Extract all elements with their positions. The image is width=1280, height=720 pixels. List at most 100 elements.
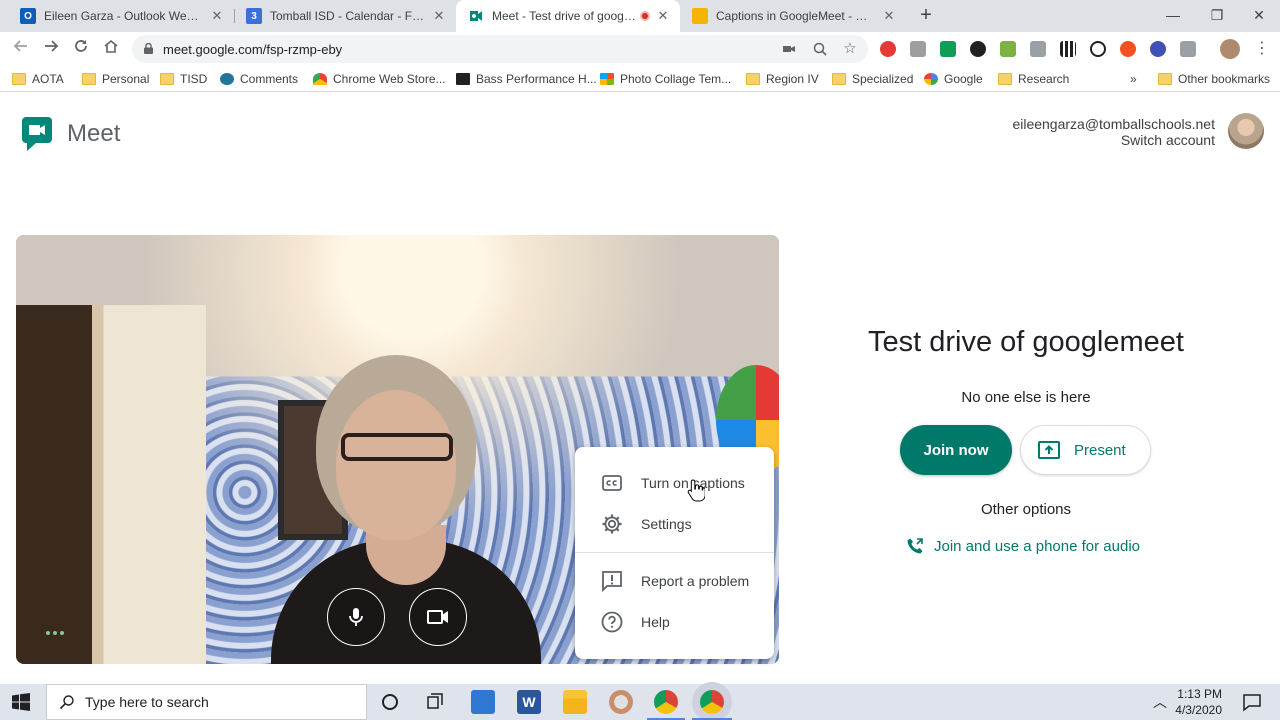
bookmark-research[interactable]: Research <box>998 71 1069 87</box>
bookmark-label: Photo Collage Tem... <box>620 72 732 86</box>
back-icon[interactable] <box>10 38 32 60</box>
present-button[interactable]: Present <box>1020 425 1151 475</box>
phone-link-label: Join and use a phone for audio <box>934 537 1140 555</box>
outlook-icon: O <box>20 8 36 24</box>
extension-orange-icon[interactable] <box>1120 41 1136 57</box>
close-icon[interactable]: ✕ <box>656 8 670 24</box>
chrome-profile-icon[interactable] <box>700 690 724 714</box>
bookmark-bass-performance[interactable]: Bass Performance H... <box>456 71 597 87</box>
extension-red-icon[interactable] <box>880 41 896 57</box>
tab-meet[interactable]: Meet - Test drive of googlemeet ✕ <box>456 0 680 32</box>
meeting-title: Test drive of googlemeet <box>868 326 1184 358</box>
search-icon <box>59 695 74 710</box>
qr-code-icon[interactable] <box>1060 41 1076 57</box>
close-icon[interactable]: ✕ <box>432 8 446 24</box>
profile-avatar[interactable] <box>1220 39 1240 59</box>
star-icon[interactable]: ☆ <box>843 41 857 56</box>
chevron-up-icon[interactable]: ︿ <box>1150 692 1170 712</box>
join-now-button[interactable]: Join now <box>900 425 1012 475</box>
tab-calendar[interactable]: 3 Tomball ISD - Calendar - Friday, A ✕ <box>234 0 456 32</box>
menu-item-label: Settings <box>641 516 692 532</box>
word-icon[interactable]: W <box>517 690 541 714</box>
folder-icon <box>1158 73 1172 85</box>
search-placeholder: Type here to search <box>85 694 209 710</box>
video-door <box>16 305 206 664</box>
restore-icon[interactable]: ❐ <box>1194 0 1240 32</box>
app-blue-icon[interactable] <box>471 690 495 714</box>
menu-item-report-problem[interactable]: Report a problem <box>575 561 774 601</box>
menu-item-help[interactable]: Help <box>575 602 774 642</box>
browser-menu-icon[interactable]: ⋮ <box>1254 40 1270 58</box>
taskbar-search-box[interactable]: Type here to search <box>46 684 367 720</box>
close-window-icon[interactable]: ✕ <box>1236 0 1280 32</box>
bookmark-google[interactable]: Google <box>924 71 983 87</box>
zoom-icon[interactable] <box>813 42 827 56</box>
windows-start-icon[interactable] <box>12 693 30 711</box>
bookmark-label: Other bookmarks <box>1178 72 1271 86</box>
address-bar[interactable]: meet.google.com/fsp-rzmp-eby ☆ <box>132 35 868 63</box>
extension-calculator-icon[interactable] <box>1030 41 1046 57</box>
cortana-icon[interactable] <box>378 690 402 714</box>
camera-toggle-button[interactable] <box>409 588 467 646</box>
extension-blue-icon[interactable] <box>1150 41 1166 57</box>
extension-puzzle-icon[interactable] <box>1000 41 1016 57</box>
calendar-icon: 3 <box>246 8 262 24</box>
new-tab-button[interactable]: + <box>914 4 938 28</box>
bookmark-label: Research <box>1018 72 1070 86</box>
menu-item-settings[interactable]: Settings <box>575 504 774 544</box>
extension-gray-icon[interactable] <box>910 41 926 57</box>
tab-outlook[interactable]: O Eileen Garza - Outlook Web App ✕ <box>8 0 234 32</box>
bookmark-specialized[interactable]: Specialized <box>832 71 913 87</box>
slides-icon <box>692 8 708 24</box>
folder-icon <box>82 73 96 85</box>
bookmark-label: TISD <box>180 72 208 86</box>
close-icon[interactable]: ✕ <box>210 8 224 24</box>
file-explorer-icon[interactable] <box>563 690 587 714</box>
bookmark-personal[interactable]: Personal <box>82 71 149 87</box>
recording-indicator-icon <box>640 11 650 21</box>
folder-icon <box>746 73 760 85</box>
forward-icon[interactable] <box>40 38 62 60</box>
home-icon[interactable] <box>100 38 122 60</box>
chrome-icon[interactable] <box>654 690 678 714</box>
account-avatar[interactable] <box>1228 113 1264 149</box>
join-phone-audio-link[interactable]: Join and use a phone for audio <box>906 537 1140 555</box>
extension-chat-icon[interactable] <box>970 41 986 57</box>
bookmark-chrome-web-store[interactable]: Chrome Web Store... <box>313 71 446 87</box>
bookmark-label: Google <box>944 72 983 86</box>
meet-logo-icon <box>22 117 52 151</box>
tab-captions[interactable]: Captions in GoogleMeet - Googl ✕ <box>680 0 906 32</box>
participant-face <box>336 390 456 540</box>
meet-favicon-icon <box>468 8 484 24</box>
web-store-icon <box>313 73 327 85</box>
phone-icon <box>907 538 923 554</box>
participants-status: No one else is here <box>961 389 1091 406</box>
bookmarks-overflow-icon[interactable]: » <box>1130 71 1137 87</box>
bookmark-comments[interactable]: Comments <box>220 71 298 87</box>
microphone-toggle-button[interactable] <box>327 588 385 646</box>
bookmark-other[interactable]: Other bookmarks <box>1158 71 1270 87</box>
bookmark-tisd[interactable]: TISD <box>160 71 207 87</box>
bookmark-region-iv[interactable]: Region IV <box>746 71 819 87</box>
menu-item-captions[interactable]: Turn on captions <box>575 463 774 503</box>
extension-target-icon[interactable] <box>1090 41 1106 57</box>
camera-indicator-icon[interactable] <box>782 42 796 56</box>
close-icon[interactable]: ✕ <box>882 8 896 24</box>
extension-home-icon[interactable] <box>1180 41 1196 57</box>
reload-icon[interactable] <box>70 38 92 60</box>
notification-icon[interactable] <box>1240 690 1264 714</box>
task-view-icon[interactable] <box>423 690 447 714</box>
help-icon <box>601 611 623 633</box>
clock-date[interactable]: 4/3/2020 <box>1175 703 1222 717</box>
bookmark-photo-collage[interactable]: Photo Collage Tem... <box>600 71 731 87</box>
meet-wordmark: Meet <box>67 120 121 147</box>
bookmark-aota[interactable]: AOTA <box>12 71 64 87</box>
extension-green-icon[interactable] <box>940 41 956 57</box>
tab-title: Meet - Test drive of googlemeet <box>492 9 636 23</box>
clock-time[interactable]: 1:13 PM <box>1177 687 1222 701</box>
minimize-icon[interactable]: — <box>1150 0 1196 32</box>
url-text[interactable]: meet.google.com/fsp-rzmp-eby <box>163 42 342 57</box>
switch-account-link[interactable]: Switch account <box>1121 132 1215 148</box>
more-options-icon[interactable] <box>46 631 66 639</box>
paint-icon[interactable] <box>609 690 633 714</box>
